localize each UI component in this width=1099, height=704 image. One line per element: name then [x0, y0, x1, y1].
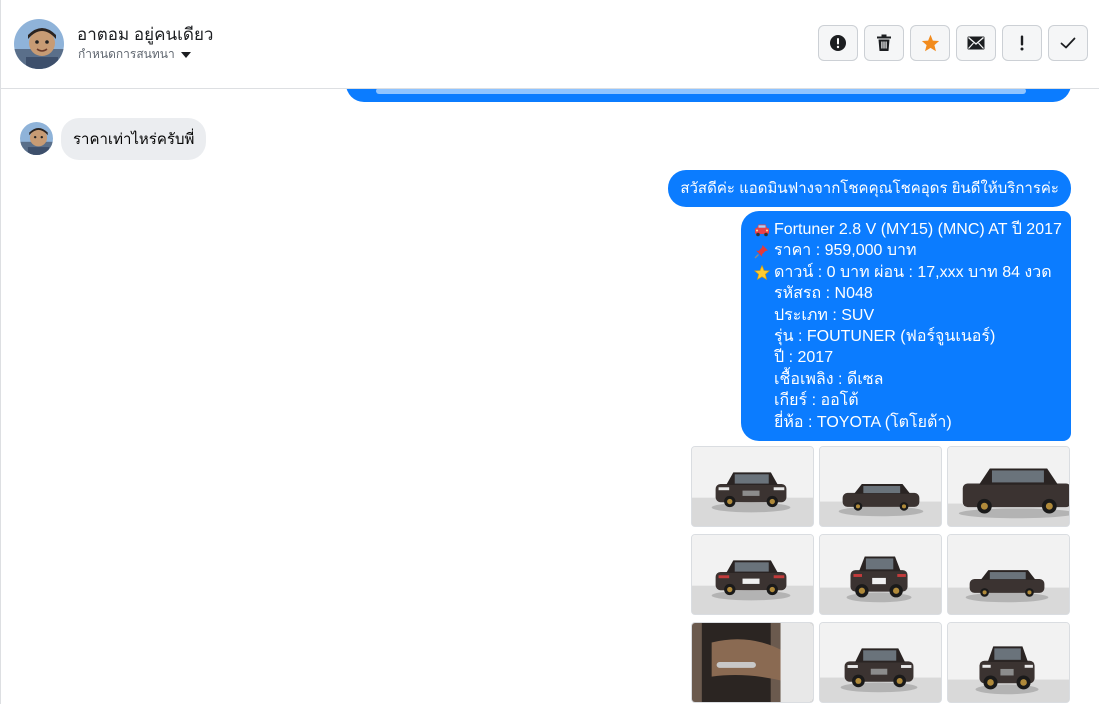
pushpin-icon [753, 243, 770, 260]
check-icon [1060, 37, 1076, 49]
detail-line: ดาวน์ : 0 บาท ผ่อน : 17,xxx บาท 84 งวด [753, 262, 1059, 283]
car-icon [753, 221, 770, 238]
detail-line: เชื้อเพลิง : ดีเซล [753, 369, 1059, 390]
done-button[interactable] [1048, 25, 1088, 61]
mark-unread-button[interactable] [956, 25, 996, 61]
exclamation-icon [1020, 35, 1024, 51]
caret-down-icon[interactable] [180, 51, 191, 58]
conversation-status[interactable]: กำหนดการสนทนา [78, 45, 191, 64]
car-image [820, 623, 941, 702]
conversation-toolbar [818, 25, 1088, 61]
detail-text: เชื้อเพลิง : ดีเซล [774, 370, 884, 388]
status-label: กำหนดการสนทนา [78, 47, 175, 61]
detail-line: เกียร์ : ออโต้ [753, 390, 1059, 411]
detail-line: ปี : 2017 [753, 347, 1059, 368]
detail-text: Fortuner 2.8 V (MY15) (MNC) AT ปี 2017 [774, 221, 1062, 238]
car-photo-thumbnail[interactable] [819, 534, 942, 615]
sender-avatar[interactable] [20, 122, 53, 155]
car-image [948, 447, 1069, 526]
envelope-icon [967, 36, 985, 50]
detail-line: Fortuner 2.8 V (MY15) (MNC) AT ปี 2017 [753, 219, 1062, 240]
detail-line: ราคา : 959,000 บาท [753, 240, 1059, 261]
trash-icon [877, 34, 891, 51]
contact-avatar[interactable] [14, 19, 64, 69]
car-photo-thumbnail[interactable] [691, 534, 814, 615]
delete-button[interactable] [864, 25, 904, 61]
car-details-message[interactable]: Fortuner 2.8 V (MY15) (MNC) AT ปี 2017 ร… [741, 211, 1071, 442]
conversation-header: อาตอม อยู่คนเดียว กำหนดการสนทนา [1, 0, 1099, 89]
detail-line: รหัสรถ : N048 [753, 283, 1059, 304]
detail-text: รุ่น : FOUTUNER (ฟอร์จูนเนอร์) [774, 328, 996, 346]
car-photo-thumbnail[interactable] [947, 446, 1070, 527]
contact-name[interactable]: อาตอม อยู่คนเดียว [77, 21, 213, 48]
incoming-message[interactable]: ราคาเท่าไหร่ครับพี่ [61, 118, 207, 160]
car-photo-thumbnail[interactable] [691, 622, 814, 703]
star-button[interactable] [910, 25, 950, 61]
car-image [692, 535, 813, 614]
important-button[interactable] [1002, 25, 1042, 61]
car-image [692, 623, 813, 702]
message-thread[interactable]: ราคาเท่าไหร่ครับพี่ สวัสดีค่ะ แอดมินฟางจ… [1, 88, 1099, 704]
star-emoji-icon [753, 264, 770, 281]
spam-button[interactable] [818, 25, 858, 61]
car-image [948, 623, 1069, 702]
car-image [948, 535, 1069, 614]
greeting-message[interactable]: สวัสดีค่ะ แอดมินฟางจากโชคคุณโชคอุดร ยินด… [668, 170, 1071, 207]
detail-text: ดาวน์ : 0 บาท ผ่อน : 17,xxx บาท 84 งวด [774, 263, 1052, 281]
car-image [692, 447, 813, 526]
inbox-conversation-pane: อาตอม อยู่คนเดียว กำหนดการสนทนา ราคาเท่า… [0, 0, 1099, 704]
detail-text: ประเภท : SUV [774, 306, 875, 324]
alert-circle-icon [830, 35, 846, 51]
detail-line: ประเภท : SUV [753, 305, 1059, 326]
detail-text: ยี่ห้อ : TOYOTA (โตโยต้า) [774, 413, 952, 431]
detail-text: ปี : 2017 [774, 349, 834, 367]
car-photo-thumbnail[interactable] [947, 534, 1070, 615]
car-image [820, 447, 941, 526]
star-icon [921, 34, 939, 52]
car-photo-grid [691, 446, 1070, 703]
car-photo-thumbnail[interactable] [691, 446, 814, 527]
detail-line: รุ่น : FOUTUNER (ฟอร์จูนเนอร์) [753, 326, 1059, 347]
car-photo-thumbnail[interactable] [947, 622, 1070, 703]
detail-text: ราคา : 959,000 บาท [774, 242, 917, 260]
car-image [820, 535, 941, 614]
previous-message-bubble[interactable] [346, 88, 1071, 102]
detail-line: ยี่ห้อ : TOYOTA (โตโยต้า) [753, 412, 1059, 433]
detail-text: รหัสรถ : N048 [774, 285, 873, 303]
detail-text: เกียร์ : ออโต้ [774, 392, 859, 410]
car-photo-thumbnail[interactable] [819, 446, 942, 527]
car-photo-thumbnail[interactable] [819, 622, 942, 703]
